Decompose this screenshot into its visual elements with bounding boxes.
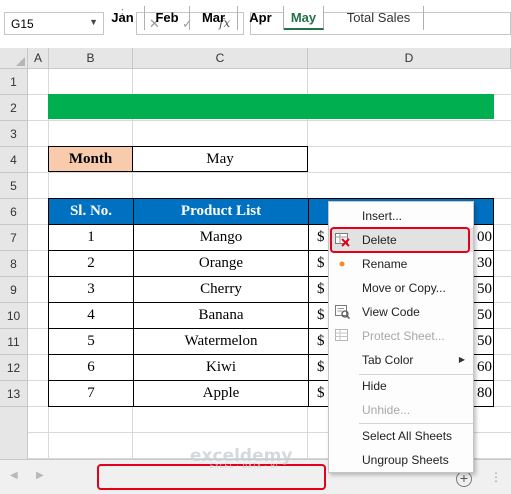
header-product-list: Product List	[133, 198, 309, 225]
row-header-3[interactable]: 3	[0, 121, 28, 147]
column-header-c[interactable]: C	[133, 48, 308, 69]
name-box[interactable]: G15 ▼	[4, 12, 104, 35]
menu-item-ungroup-sheets[interactable]: Ungroup Sheets	[329, 448, 473, 472]
row-header-9[interactable]: 9	[0, 277, 28, 303]
menu-item-hide[interactable]: Hide	[329, 374, 473, 398]
cell-product[interactable]: Banana	[133, 302, 309, 329]
header-sl-no: Sl. No.	[48, 198, 134, 225]
menu-item-protect-sheet: Protect Sheet...	[329, 324, 473, 348]
row-header-4[interactable]: 4	[0, 147, 28, 173]
protect-sheet-icon	[335, 329, 348, 341]
menu-item-select-all-sheets[interactable]: Select All Sheets	[329, 424, 473, 448]
row-header-1[interactable]: 1	[0, 69, 28, 95]
menu-item-unhide: Unhide...	[329, 398, 473, 422]
row-header-11[interactable]: 11	[0, 329, 28, 355]
row-header-5[interactable]: 5	[0, 173, 28, 199]
row-header-filler	[0, 407, 28, 459]
menu-item-label: Insert...	[362, 209, 403, 223]
tab-apr[interactable]: Apr	[238, 6, 284, 30]
scroll-left-icon[interactable]: ◀	[10, 470, 18, 481]
cell-product[interactable]: Watermelon	[133, 328, 309, 355]
menu-item-label: Hide	[362, 379, 387, 393]
name-box-value: G15	[11, 17, 34, 31]
menu-item-label: Unhide...	[362, 403, 411, 417]
menu-item-label: Tab Color	[362, 353, 414, 367]
row-header-6[interactable]: 6	[0, 199, 28, 225]
menu-item-rename[interactable]: Rename	[329, 252, 473, 276]
cell-sl-no[interactable]: 2	[48, 250, 134, 277]
dot-icon	[339, 261, 345, 267]
select-all-button[interactable]	[0, 48, 28, 69]
cell-sl-no[interactable]: 6	[48, 354, 134, 381]
cell-sl-no[interactable]: 3	[48, 276, 134, 303]
scroll-right-icon[interactable]: ▶	[36, 470, 44, 481]
cell-sl-no[interactable]: 4	[48, 302, 134, 329]
menu-item-label: View Code	[362, 305, 420, 319]
chevron-right-icon: ▶	[458, 355, 465, 364]
row-header-12[interactable]: 12	[0, 355, 28, 381]
tab-total-sales[interactable]: Total Sales	[334, 6, 424, 30]
cell-product[interactable]: Apple	[133, 380, 309, 407]
cell-product[interactable]: Kiwi	[133, 354, 309, 381]
tab-jan[interactable]: Jan	[101, 6, 145, 30]
row-header-8[interactable]: 8	[0, 251, 28, 277]
exceldemy-watermark: exceldemy EXCEL · DATA · BI	[190, 446, 293, 470]
menu-item-tab-color[interactable]: Tab Color ▶	[329, 348, 473, 372]
menu-item-move-or-copy[interactable]: Move or Copy...	[329, 276, 473, 300]
cell-sl-no[interactable]: 1	[48, 224, 134, 251]
column-header-d[interactable]: D	[308, 48, 511, 69]
menu-item-insert[interactable]: Insert...	[329, 204, 473, 228]
view-code-icon	[335, 305, 350, 319]
add-sheet-icon[interactable]: +	[456, 471, 472, 487]
cell-product[interactable]: Cherry	[133, 276, 309, 303]
cell-sl-no[interactable]: 7	[48, 380, 134, 407]
menu-item-label: Protect Sheet...	[362, 329, 445, 343]
cell-product[interactable]: Orange	[133, 250, 309, 277]
row-header-10[interactable]: 10	[0, 303, 28, 329]
month-value[interactable]: May	[133, 146, 308, 172]
menu-item-view-code[interactable]: View Code	[329, 300, 473, 324]
column-header-b[interactable]: B	[49, 48, 133, 69]
delete-sheet-icon	[335, 233, 350, 247]
cell-sl-no[interactable]: 5	[48, 328, 134, 355]
row-header-7[interactable]: 7	[0, 225, 28, 251]
menu-item-label: Ungroup Sheets	[362, 453, 449, 467]
more-options-icon[interactable]: ⋮	[490, 470, 502, 484]
title-banner	[48, 94, 494, 119]
month-label: Month	[48, 146, 133, 172]
tab-mar[interactable]: Mar	[190, 6, 238, 30]
menu-item-label: Select All Sheets	[362, 429, 453, 443]
menu-item-label: Delete	[362, 233, 397, 247]
column-header-a[interactable]: A	[28, 48, 49, 69]
menu-item-delete[interactable]: Delete	[329, 228, 473, 252]
row-header-13[interactable]: 13	[0, 381, 28, 407]
menu-item-label: Move or Copy...	[362, 281, 446, 295]
tab-may[interactable]: May	[284, 6, 324, 30]
menu-item-label: Rename	[362, 257, 408, 271]
row-header-2[interactable]: 2	[0, 95, 28, 121]
chevron-down-icon[interactable]: ▼	[89, 17, 98, 27]
tab-feb[interactable]: Feb	[145, 6, 190, 30]
cell-product[interactable]: Mango	[133, 224, 309, 251]
sheet-context-menu: Insert... Delete Rename Move or Copy... …	[328, 201, 474, 473]
